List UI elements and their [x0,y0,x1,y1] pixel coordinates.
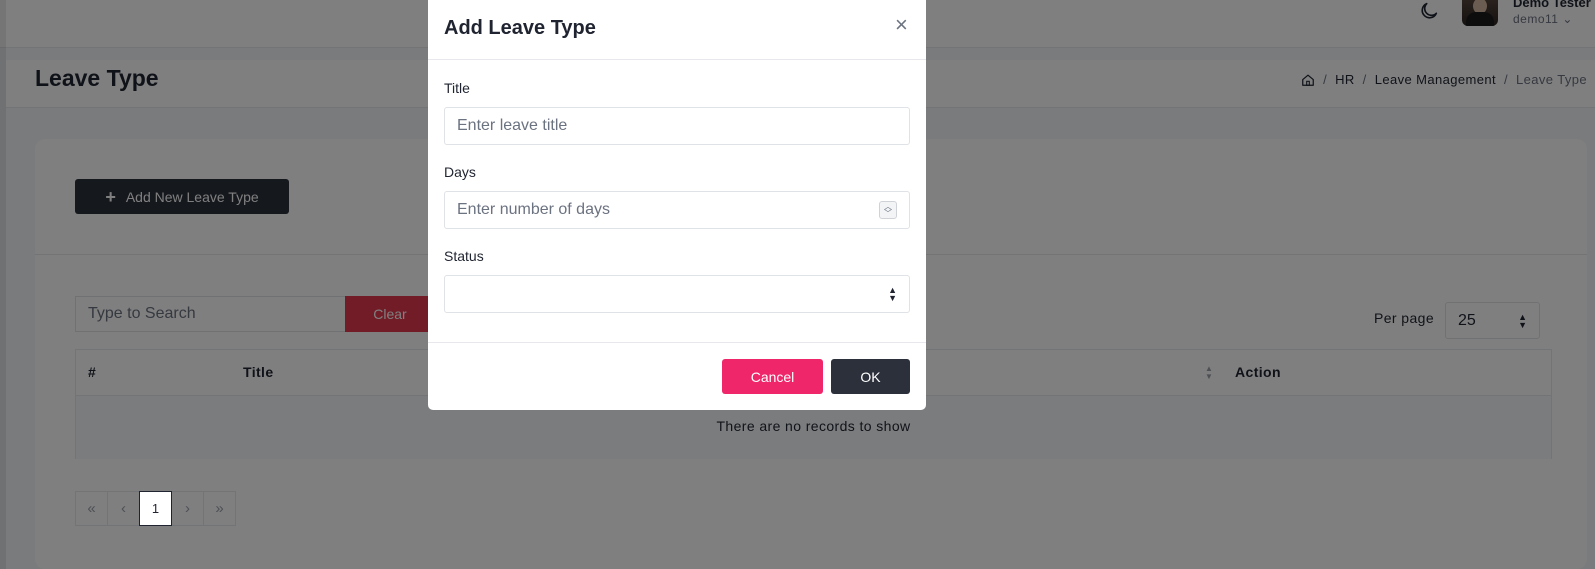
title-label: Title [444,80,470,96]
status-select[interactable]: ▲ ▼ [444,275,910,313]
modal-footer-divider [428,342,926,343]
modal-title: Add Leave Type [444,17,596,39]
add-leave-type-modal: Add Leave Type × Title Enter leave title… [428,0,926,410]
close-icon[interactable]: × [895,14,908,36]
title-placeholder: Enter leave title [457,117,568,134]
number-stepper-icon[interactable]: ︿ ﹀ [879,201,897,219]
ok-button[interactable]: OK [831,359,910,394]
title-field[interactable]: Enter leave title [444,107,910,145]
page-button-current[interactable]: 1 [139,491,172,526]
days-label: Days [444,164,476,180]
cancel-button[interactable]: Cancel [722,359,823,394]
sidebar-edge [0,0,6,569]
days-field[interactable]: Enter number of days ︿ ﹀ [444,191,910,229]
select-arrows-icon: ▲▼ [888,285,897,303]
days-placeholder: Enter number of days [457,201,610,218]
status-label: Status [444,248,484,264]
